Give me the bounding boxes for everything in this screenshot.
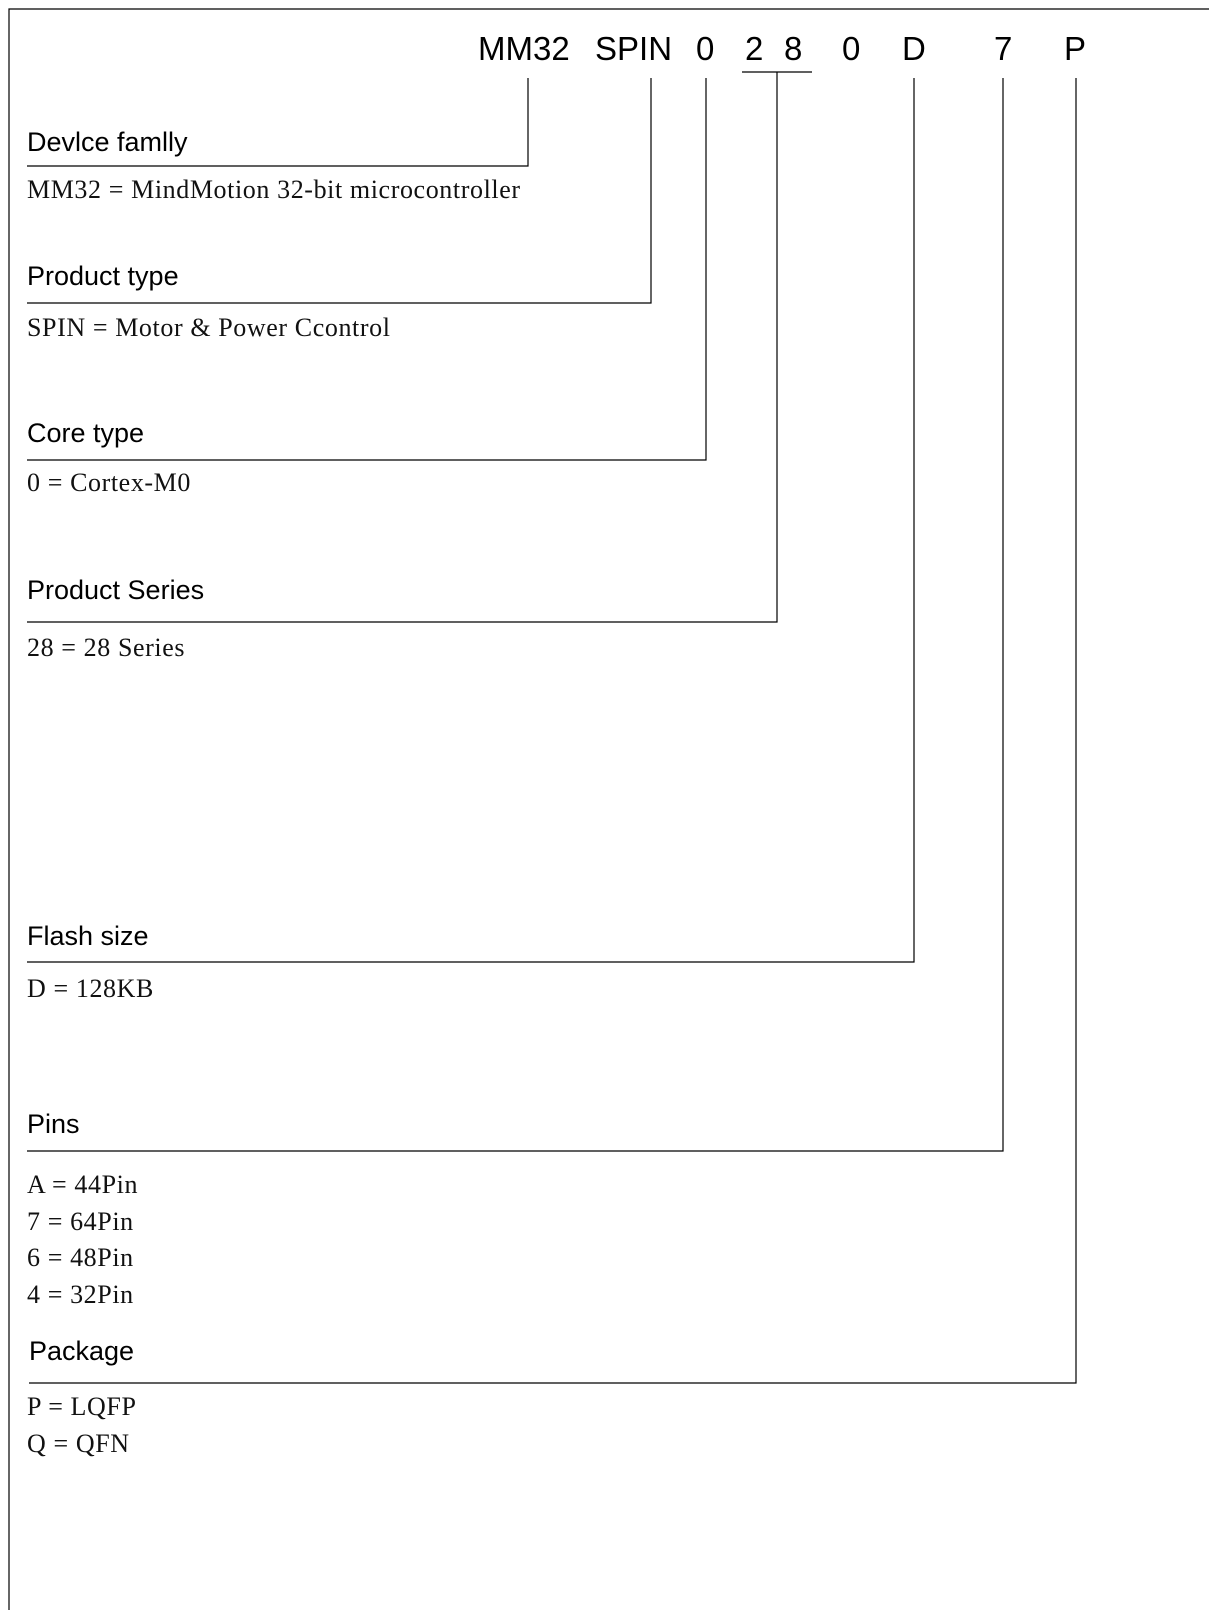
desc-package-q: Q = QFN: [27, 1429, 130, 1458]
desc-core-type: 0 = Cortex-M0: [27, 468, 191, 497]
segment-package: P: [1064, 30, 1086, 67]
segment-product-type: SPIN: [595, 30, 672, 67]
connector-flash-size: [27, 78, 915, 963]
desc-pins-6: 6 = 48Pin: [27, 1243, 134, 1272]
connector-package: [29, 78, 1077, 1384]
heading-core-type: Core type: [27, 418, 144, 448]
segment-series-digit-2: 8: [784, 30, 802, 67]
segment-series-digit-1: 2: [745, 30, 763, 67]
desc-flash-size: D = 128KB: [27, 974, 154, 1003]
segment-flash-size: D: [902, 30, 926, 67]
segment-device-family: MM32: [478, 30, 570, 67]
desc-pins-7: 7 = 64Pin: [27, 1207, 134, 1236]
diagram-frame: [8, 8, 1209, 1610]
heading-device-family: Devlce famlly: [27, 127, 188, 157]
desc-product-type: SPIN = Motor & Power Ccontrol: [27, 313, 391, 342]
part-number-diagram: MM32 SPIN 0 2 8 0 D 7 P Devlce famlly MM…: [8, 8, 1209, 1610]
heading-product-type: Product type: [27, 261, 179, 291]
heading-flash-size: Flash size: [27, 921, 149, 951]
desc-pins-a: A = 44Pin: [27, 1170, 138, 1199]
desc-package-p: P = LQFP: [27, 1392, 137, 1421]
desc-device-family: MM32 = MindMotion 32-bit microcontroller: [27, 175, 521, 204]
connector-pins: [27, 78, 1004, 1152]
segment-flash-reserved: 0: [842, 30, 860, 67]
heading-package: Package: [29, 1336, 134, 1366]
desc-product-series: 28 = 28 Series: [27, 633, 185, 662]
segment-pins: 7: [994, 30, 1012, 67]
heading-pins: Pins: [27, 1109, 80, 1139]
desc-pins-4: 4 = 32Pin: [27, 1280, 134, 1309]
segment-core-type: 0: [696, 30, 714, 67]
heading-product-series: Product Series: [27, 575, 204, 605]
part-number: MM32 SPIN 0 2 8 0 D 7 P: [478, 30, 1086, 67]
